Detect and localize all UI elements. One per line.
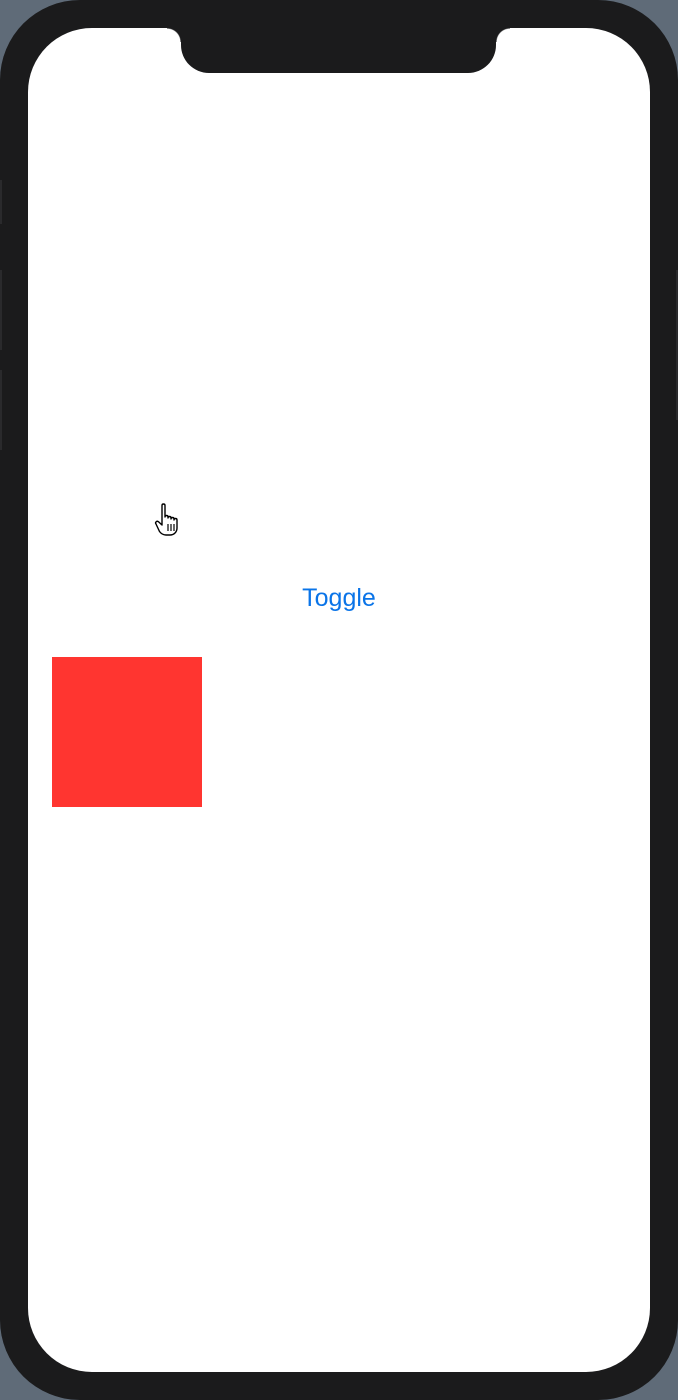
red-square <box>52 657 202 807</box>
silent-switch <box>0 180 2 224</box>
phone-screen: Toggle <box>28 28 650 1372</box>
volume-down-button <box>0 370 2 450</box>
hand-pointer-icon <box>154 503 178 536</box>
phone-frame: Toggle <box>0 0 678 1400</box>
notch <box>167 28 510 73</box>
volume-up-button <box>0 270 2 350</box>
toggle-button[interactable]: Toggle <box>28 584 650 613</box>
